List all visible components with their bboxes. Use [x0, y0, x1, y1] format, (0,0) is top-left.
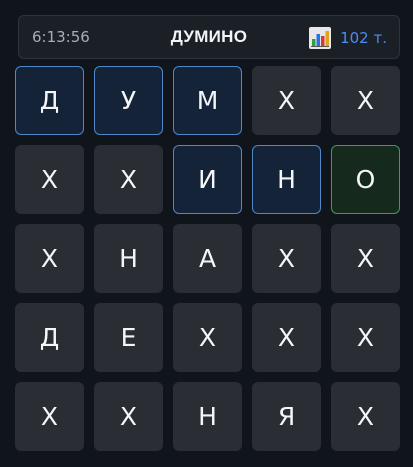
game-screen: 6:13:56 ДУМИНО 102 т. ДУМХХХХИНОХНАХХДЕХ… — [0, 0, 413, 467]
letter-tile[interactable]: Д — [15, 303, 84, 372]
letter-tile[interactable]: Х — [331, 303, 400, 372]
letter-tile[interactable]: Х — [252, 224, 321, 293]
stats-button[interactable]: 102 т. — [309, 25, 387, 51]
letter-tile[interactable]: И — [173, 145, 242, 214]
letter-tile[interactable]: Х — [252, 303, 321, 372]
letter-tile[interactable]: У — [94, 66, 163, 135]
letter-tile[interactable]: М — [173, 66, 242, 135]
letter-tile[interactable]: Е — [94, 303, 163, 372]
letter-tile[interactable]: Я — [252, 382, 321, 451]
letter-tile[interactable]: Х — [94, 382, 163, 451]
letter-tile[interactable]: Х — [15, 224, 84, 293]
letter-tile[interactable]: Х — [252, 66, 321, 135]
letter-tile[interactable]: Н — [252, 145, 321, 214]
header-bar: 6:13:56 ДУМИНО 102 т. — [18, 15, 400, 59]
letter-tile[interactable]: Х — [15, 145, 84, 214]
letter-tile[interactable]: Х — [173, 303, 242, 372]
letter-tile[interactable]: Х — [15, 382, 84, 451]
letter-tile[interactable]: Н — [94, 224, 163, 293]
letter-tile[interactable]: Х — [331, 66, 400, 135]
letter-tile[interactable]: Н — [173, 382, 242, 451]
letter-tile[interactable]: Х — [331, 224, 400, 293]
letter-tile[interactable]: А — [173, 224, 242, 293]
bar-chart-icon — [309, 27, 332, 49]
letter-tile[interactable]: Д — [15, 66, 84, 135]
letter-tile[interactable]: О — [331, 145, 400, 214]
letter-tile[interactable]: Х — [331, 382, 400, 451]
letter-grid: ДУМХХХХИНОХНАХХДЕХХХХХНЯХ — [15, 66, 400, 462]
score-text: 102 т. — [340, 29, 387, 47]
letter-tile[interactable]: Х — [94, 145, 163, 214]
